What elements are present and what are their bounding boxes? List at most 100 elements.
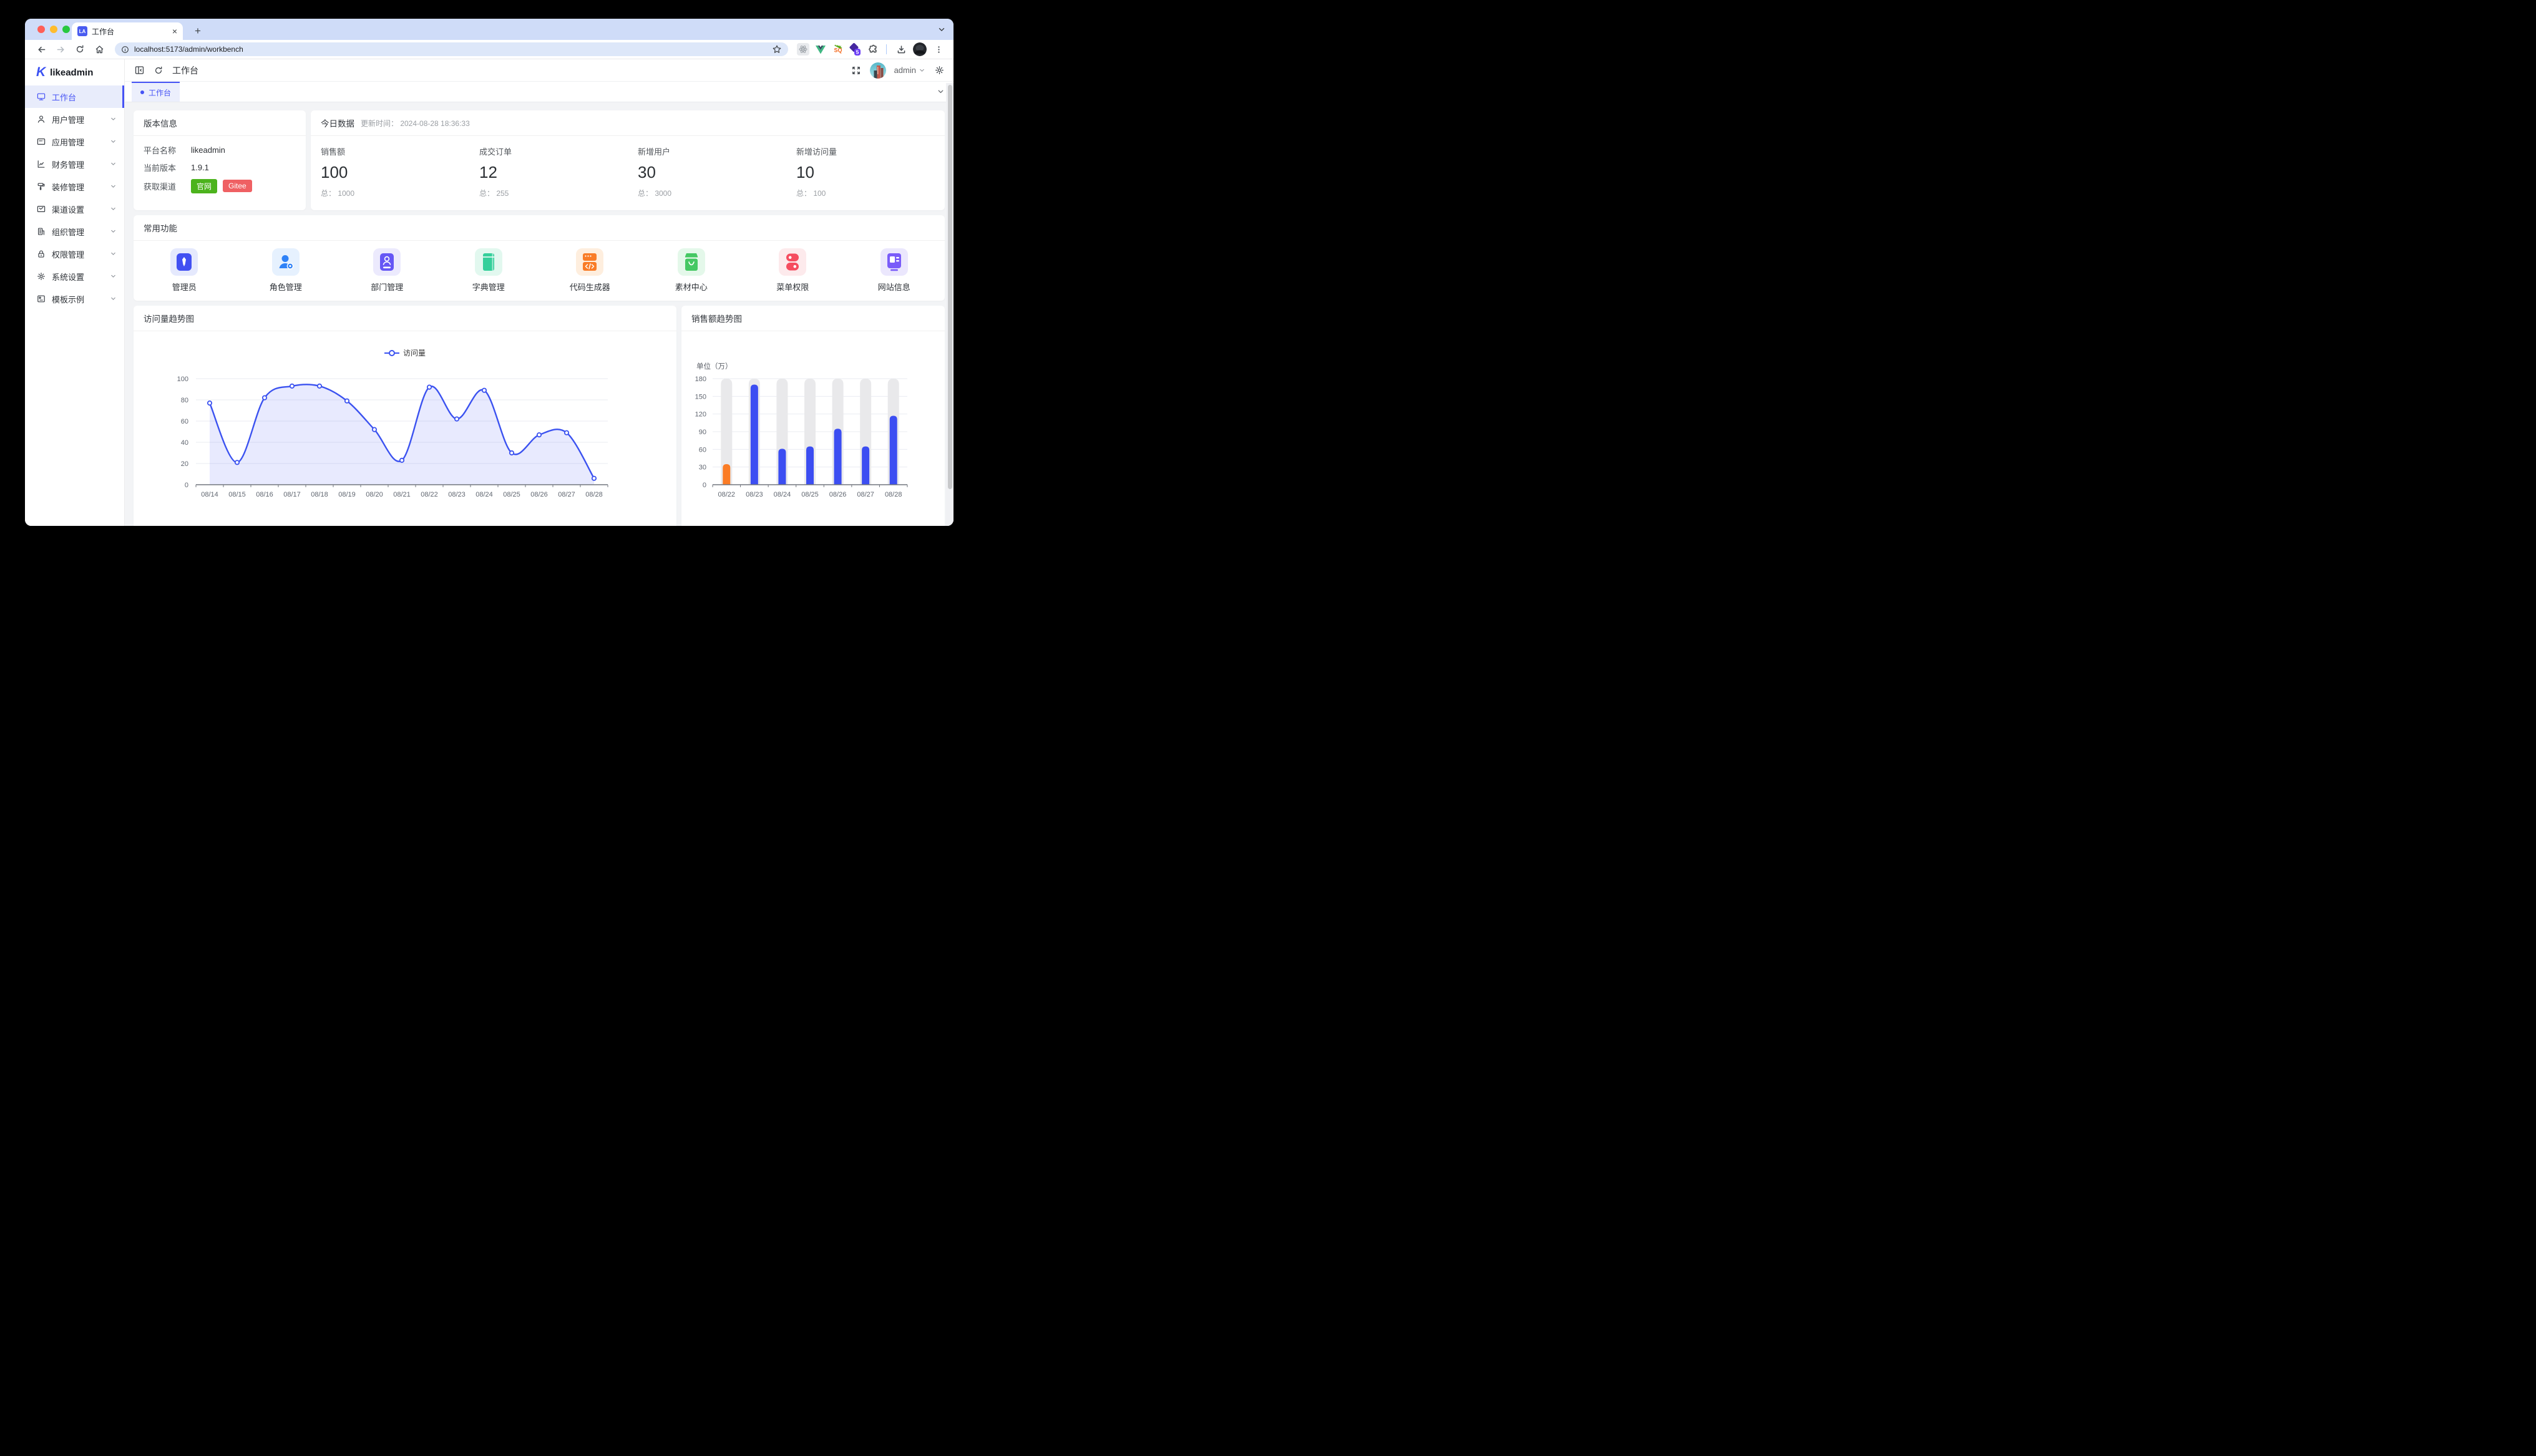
forward-icon[interactable]	[53, 42, 68, 57]
vue5-extension-icon[interactable]: 5	[849, 43, 862, 56]
logo-text: likeadmin	[50, 67, 93, 78]
stat-item: 销售额100总： 1000	[311, 136, 469, 198]
svg-text:08/28: 08/28	[885, 491, 902, 498]
decorate-icon	[36, 182, 46, 192]
extensions-puzzle-icon[interactable]	[866, 43, 879, 56]
svg-text:40: 40	[181, 439, 188, 447]
browser-toolbar: localhost:5173/admin/workbench SQ 5	[25, 40, 953, 59]
extension-icons: SQ 5	[796, 43, 879, 56]
back-icon[interactable]	[34, 42, 49, 57]
quick-item-素材中心[interactable]: 素材中心	[641, 248, 743, 293]
svg-text:08/22: 08/22	[421, 491, 438, 498]
browser-menu-icon[interactable]	[931, 42, 946, 57]
sidebar-item-workbench[interactable]: 工作台	[25, 85, 124, 108]
zoom-window-button[interactable]	[62, 26, 70, 33]
svg-text:0: 0	[703, 482, 706, 489]
user-chevron-down-icon	[919, 67, 925, 74]
sidebar-item-9[interactable]: 模板示例	[25, 288, 124, 310]
collapse-sidebar-icon[interactable]	[134, 65, 145, 76]
sidebar-item-7[interactable]: 权限管理	[25, 243, 124, 265]
svg-text:08/14: 08/14	[201, 491, 218, 498]
svg-text:08/25: 08/25	[503, 491, 520, 498]
user-avatar[interactable]	[870, 62, 886, 79]
minimize-window-button[interactable]	[50, 26, 57, 33]
home-icon[interactable]	[92, 42, 107, 57]
user-icon	[36, 114, 46, 124]
svg-text:08/21: 08/21	[393, 491, 411, 498]
svg-text:08/24: 08/24	[476, 491, 493, 498]
update-time: 更新时间： 2024-08-28 18:36:33	[361, 118, 470, 129]
tag-workbench[interactable]: 工作台	[132, 82, 180, 102]
sidebar-item-2[interactable]: 应用管理	[25, 130, 124, 153]
material-icon	[678, 248, 705, 276]
channel-button-Gitee[interactable]: Gitee	[223, 180, 252, 192]
svg-text:08/28: 08/28	[585, 491, 603, 498]
svg-text:60: 60	[181, 418, 188, 425]
new-tab-button[interactable]: +	[188, 22, 207, 40]
svg-text:0: 0	[185, 482, 188, 489]
sidebar-item-8[interactable]: 系统设置	[25, 265, 124, 288]
vue-devtools-icon[interactable]	[814, 43, 827, 56]
admin-icon	[170, 248, 198, 276]
quick-item-代码生成器[interactable]: 代码生成器	[539, 248, 641, 293]
download-icon[interactable]	[894, 42, 909, 57]
sidebar-item-5[interactable]: 渠道设置	[25, 198, 124, 220]
stat-item: 成交订单12总： 255	[469, 136, 628, 198]
refresh-page-icon[interactable]	[153, 65, 164, 76]
tab-search-icon[interactable]	[937, 25, 946, 37]
logo-icon: K	[36, 65, 45, 80]
scrollbar-thumb[interactable]	[948, 85, 952, 489]
visits-legend[interactable]: 访问量	[134, 347, 676, 358]
finance-icon	[36, 159, 46, 169]
chevron-down-icon	[110, 294, 117, 304]
sidebar-item-1[interactable]: 用户管理	[25, 108, 124, 130]
sidebar-item-6[interactable]: 组织管理	[25, 220, 124, 243]
reload-icon[interactable]	[72, 42, 87, 57]
dictionary-icon	[475, 248, 502, 276]
browser-profile-avatar[interactable]	[913, 42, 927, 56]
address-bar[interactable]: localhost:5173/admin/workbench	[115, 42, 788, 56]
chevron-down-icon	[110, 137, 117, 147]
settings-gear-icon[interactable]	[934, 65, 945, 76]
app-logo[interactable]: K likeadmin	[25, 59, 124, 85]
today-card-title: 今日数据	[321, 117, 354, 129]
svg-text:120: 120	[695, 411, 706, 419]
svg-text:90: 90	[699, 429, 706, 436]
url-text: localhost:5173/admin/workbench	[134, 45, 243, 54]
toolbar-divider	[886, 44, 887, 54]
sidebar-menu: 工作台 用户管理 应用管理 财务管理 装修管理 渠道设置 组织管理 权限管理 系…	[25, 85, 124, 310]
stat-item: 新增用户30总： 3000	[628, 136, 786, 198]
svg-text:08/22: 08/22	[718, 491, 736, 498]
chevron-down-icon	[110, 205, 117, 214]
chevron-down-icon	[110, 182, 117, 192]
username[interactable]: admin	[894, 66, 925, 75]
quick-item-角色管理[interactable]: 角色管理	[235, 248, 337, 293]
browser-tab[interactable]: LA 工作台 ×	[72, 22, 183, 40]
channel-icon	[36, 204, 46, 214]
tab-strip: LA 工作台 × +	[25, 19, 953, 40]
svg-text:08/19: 08/19	[338, 491, 356, 498]
react-devtools-icon[interactable]	[796, 43, 809, 56]
quick-item-部门管理[interactable]: 部门管理	[336, 248, 438, 293]
browser-window: LA 工作台 × + localhost:5173/admin/workbenc…	[25, 19, 953, 526]
squirrel-extension-icon[interactable]: SQ	[831, 43, 844, 56]
chevron-down-icon	[110, 250, 117, 259]
tab-close-icon[interactable]: ×	[172, 27, 177, 36]
bookmark-star-icon[interactable]	[772, 44, 782, 54]
sidebar-item-3[interactable]: 财务管理	[25, 153, 124, 175]
quick-item-菜单权限[interactable]: 菜单权限	[742, 248, 844, 293]
fullscreen-icon[interactable]	[851, 65, 862, 76]
close-window-button[interactable]	[37, 26, 45, 33]
svg-text:08/26: 08/26	[829, 491, 847, 498]
channel-row: 获取渠道官网Gitee	[134, 176, 306, 196]
quick-item-字典管理[interactable]: 字典管理	[438, 248, 540, 293]
sidebar-item-4[interactable]: 装修管理	[25, 175, 124, 198]
quick-item-网站信息[interactable]: 网站信息	[844, 248, 945, 293]
quick-item-管理员[interactable]: 管理员	[134, 248, 235, 293]
template-icon	[36, 294, 46, 304]
version-row: 平台名称likeadmin	[134, 141, 306, 158]
svg-text:08/27: 08/27	[558, 491, 575, 498]
channel-button-官网[interactable]: 官网	[191, 179, 217, 193]
site-info-icon[interactable]	[121, 46, 129, 54]
tagbar-chevron-down-icon[interactable]	[937, 87, 945, 99]
